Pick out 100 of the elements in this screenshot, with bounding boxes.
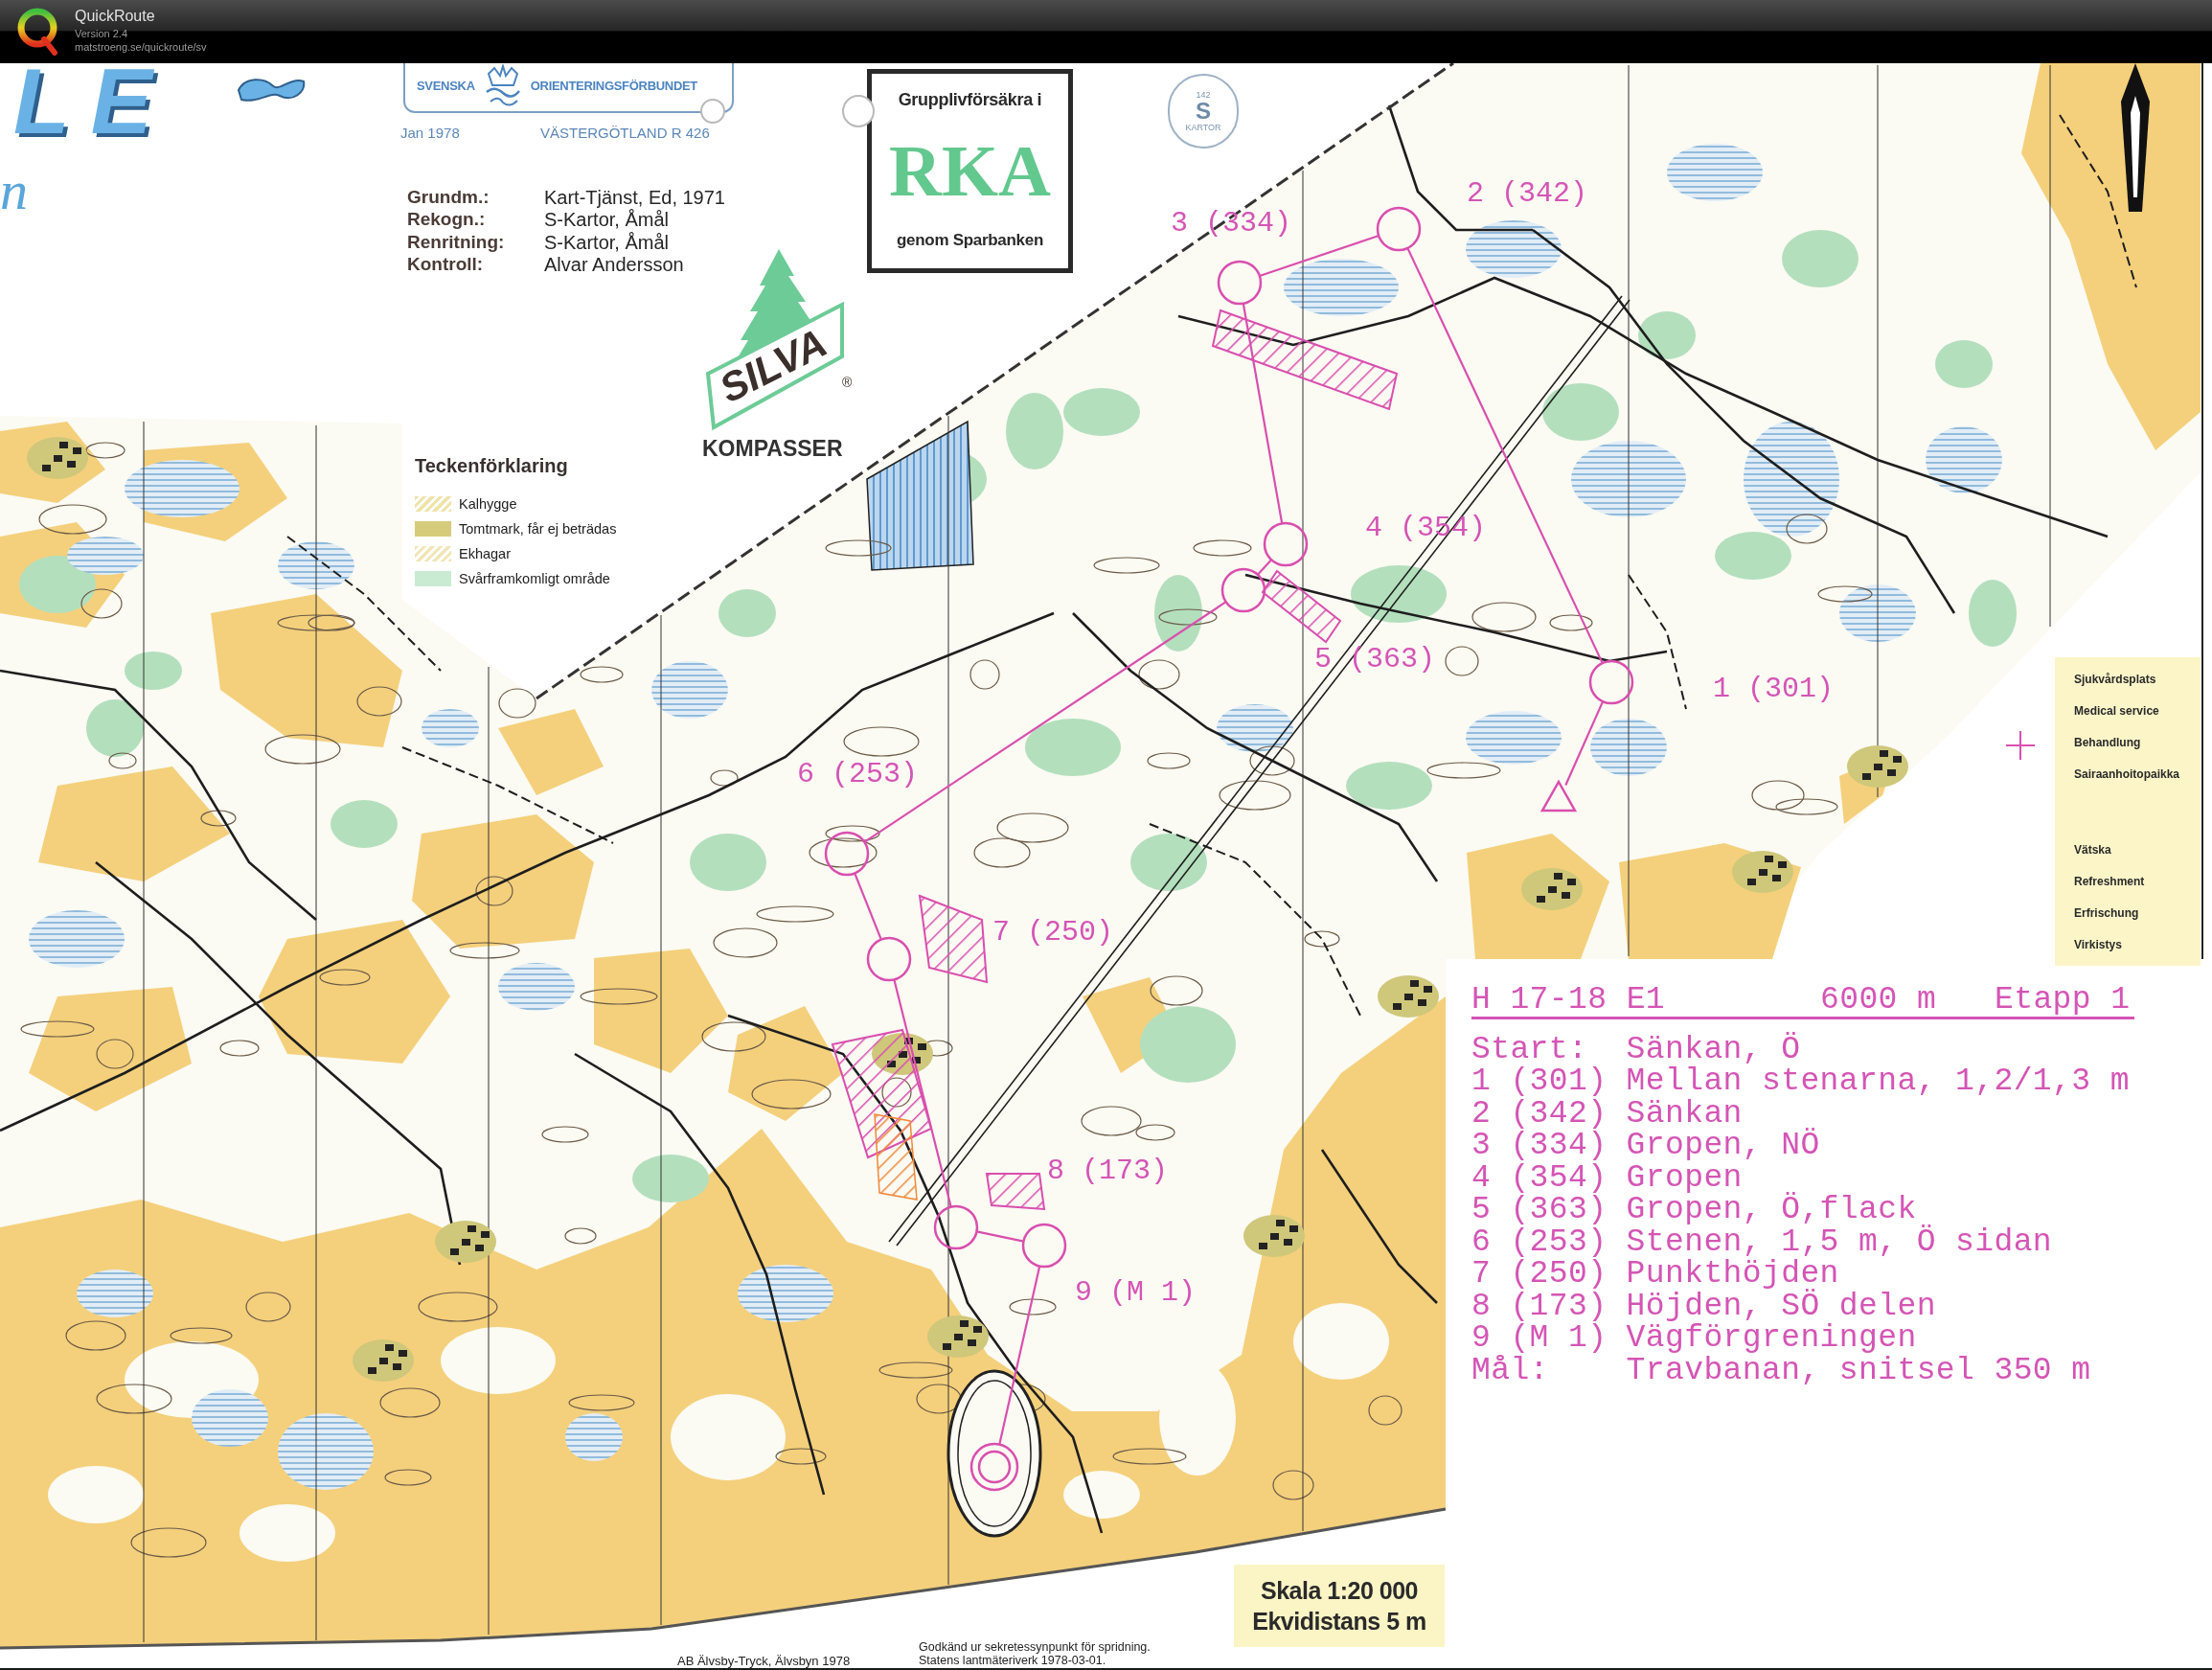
marsh-area	[422, 709, 479, 747]
control-circle	[1588, 659, 1634, 705]
banner-text: SVENSKA	[417, 79, 475, 94]
course-class: H 17-18 E1	[1471, 984, 1667, 1017]
marsh-area	[565, 1413, 623, 1461]
control-number: 8	[1471, 1290, 1493, 1322]
thicket-area	[1969, 580, 2017, 647]
control-label: 2 (342)	[1467, 178, 1588, 210]
course-leg	[976, 1230, 1024, 1243]
start-triangle	[1539, 779, 1578, 812]
credit-value: S-Kartor, Åmål	[544, 209, 670, 231]
credit-label: Grundm.:	[407, 186, 490, 208]
control-code: (334)	[1510, 1130, 1608, 1162]
control-label: 6 (253)	[797, 759, 919, 790]
map-title-fragment: LE	[13, 63, 173, 140]
cross-icon	[2006, 731, 2035, 760]
course-leg	[1257, 559, 1272, 576]
control-code: (354)	[1510, 1161, 1608, 1194]
control-code: (173)	[1510, 1290, 1608, 1322]
control-description: Sänkan, Ö	[1626, 1033, 1802, 1065]
row-label: Mål:	[1471, 1354, 1550, 1386]
sponsor-text: genom Sparbanken	[897, 230, 1043, 251]
control-code: (M 1)	[1510, 1322, 1608, 1355]
logo-tagline: KOMPASSER	[702, 437, 843, 460]
control-circle	[1217, 260, 1263, 306]
approval-note: Statens lantmäteriverk 1978-03-01.	[919, 1654, 1107, 1667]
credit-value: S-Kartor, Åmål	[544, 231, 670, 253]
credit-label: Renritning:	[407, 231, 506, 253]
control-label: 1 (301)	[1713, 674, 1835, 705]
control-circle	[1376, 206, 1422, 252]
building-cluster	[27, 437, 88, 479]
course-stage: Etapp 1	[1995, 984, 2131, 1017]
row-label: Start:	[1471, 1033, 1588, 1065]
legend-label: Kalhygge	[459, 495, 517, 513]
control-circle	[1220, 567, 1266, 613]
control-description: Sänkan	[1626, 1097, 1744, 1130]
map-region: VÄSTERGÖTLAND R 426	[540, 125, 710, 142]
forbidden-area	[985, 1173, 1046, 1211]
control-description: Travbanan, snitsel 350 m	[1626, 1354, 2092, 1386]
control-circle	[933, 1204, 979, 1250]
service-label: Behandlung	[2074, 735, 2142, 751]
service-label: Vätska	[2074, 842, 2112, 858]
sponsor-text: Grupplivförsäkra i	[898, 89, 1042, 110]
control-label: 5 (363)	[1314, 644, 1436, 675]
legend-label: Svårframkomligt område	[459, 570, 610, 587]
control-description: Stenen, 1,5 m, Ö sidan	[1626, 1225, 2054, 1258]
control-number: 4	[1471, 1161, 1493, 1194]
control-number: 7	[1471, 1258, 1493, 1291]
app-logo-icon	[17, 8, 59, 56]
credit-label: Kontroll:	[407, 254, 485, 276]
building-cluster	[1243, 1215, 1305, 1257]
service-label: Erfrischung	[2074, 905, 2140, 922]
building-cluster	[1378, 975, 1439, 1018]
control-circle	[866, 936, 912, 982]
building-cluster	[1732, 851, 1793, 893]
legend-label: Tomtmark, får ej beträdas	[459, 520, 617, 538]
app-url: matstroeng.se/quickroute/sv	[75, 40, 207, 54]
legend-title: Teckenförklaring	[415, 454, 569, 477]
control-description: Gropen, Ö,flack	[1626, 1194, 1918, 1226]
map-title-fragment: n	[0, 165, 28, 217]
course-length: 6000 m	[1820, 984, 1938, 1017]
printer-note: AB Älvsby-Tryck, Älvsbyn 1978	[677, 1655, 851, 1668]
control-description: Mellan stenarna, 1,2/1,3 m	[1626, 1065, 2131, 1098]
thicket-area	[86, 699, 144, 757]
control-code: (342)	[1510, 1097, 1608, 1130]
control-description: Gropen, NÖ	[1626, 1130, 1821, 1162]
service-label: Virkistys	[2074, 937, 2123, 953]
control-circle	[1021, 1223, 1067, 1269]
control-label: 8 (173)	[1047, 1155, 1169, 1187]
stamp-logo: S	[1196, 100, 1211, 123]
map-date: Jan 1978	[400, 125, 460, 142]
building-cluster	[927, 1315, 989, 1358]
thicket-area	[331, 800, 398, 848]
registered-mark: ®	[842, 376, 853, 389]
thicket-area	[1935, 340, 1993, 388]
punch-hole-icon	[700, 99, 725, 124]
control-description: Vägförgreningen	[1626, 1322, 1918, 1355]
north-arrow-icon	[2119, 63, 2152, 212]
banner-text: ORIENTERINGSFÖRBUNDET	[530, 79, 697, 94]
service-label: Refreshment	[2074, 874, 2146, 890]
control-number: 5	[1471, 1194, 1493, 1226]
building-cluster	[353, 1339, 414, 1382]
map-scale: Skala 1:20 000	[1261, 1576, 1418, 1606]
control-description: Höjden, SÖ delen	[1626, 1290, 1937, 1322]
control-label: 9 (M 1)	[1075, 1277, 1197, 1309]
credit-value: Kart-Tjänst, Ed, 1971	[544, 186, 725, 208]
stamp-name: KARTOR	[1185, 123, 1221, 132]
control-label: 3 (334)	[1171, 208, 1292, 240]
sponsor-name: RKA	[889, 136, 1051, 204]
contour-interval: Ekvidistans 5 m	[1252, 1607, 1426, 1636]
service-label: Sjukvårdsplats	[2074, 672, 2157, 688]
building-cluster	[435, 1221, 496, 1263]
approval-note: Godkänd ur sekretessynpunkt för spridning.	[919, 1640, 1151, 1654]
legend-label: Ekhagar	[459, 545, 511, 562]
thicket-area	[718, 589, 776, 637]
control-number: 1	[1471, 1065, 1493, 1098]
credit-value: Alvar Andersson	[544, 254, 684, 276]
control-code: (253)	[1510, 1225, 1608, 1258]
course-leg	[854, 873, 882, 940]
service-label: Medical service	[2074, 703, 2160, 720]
